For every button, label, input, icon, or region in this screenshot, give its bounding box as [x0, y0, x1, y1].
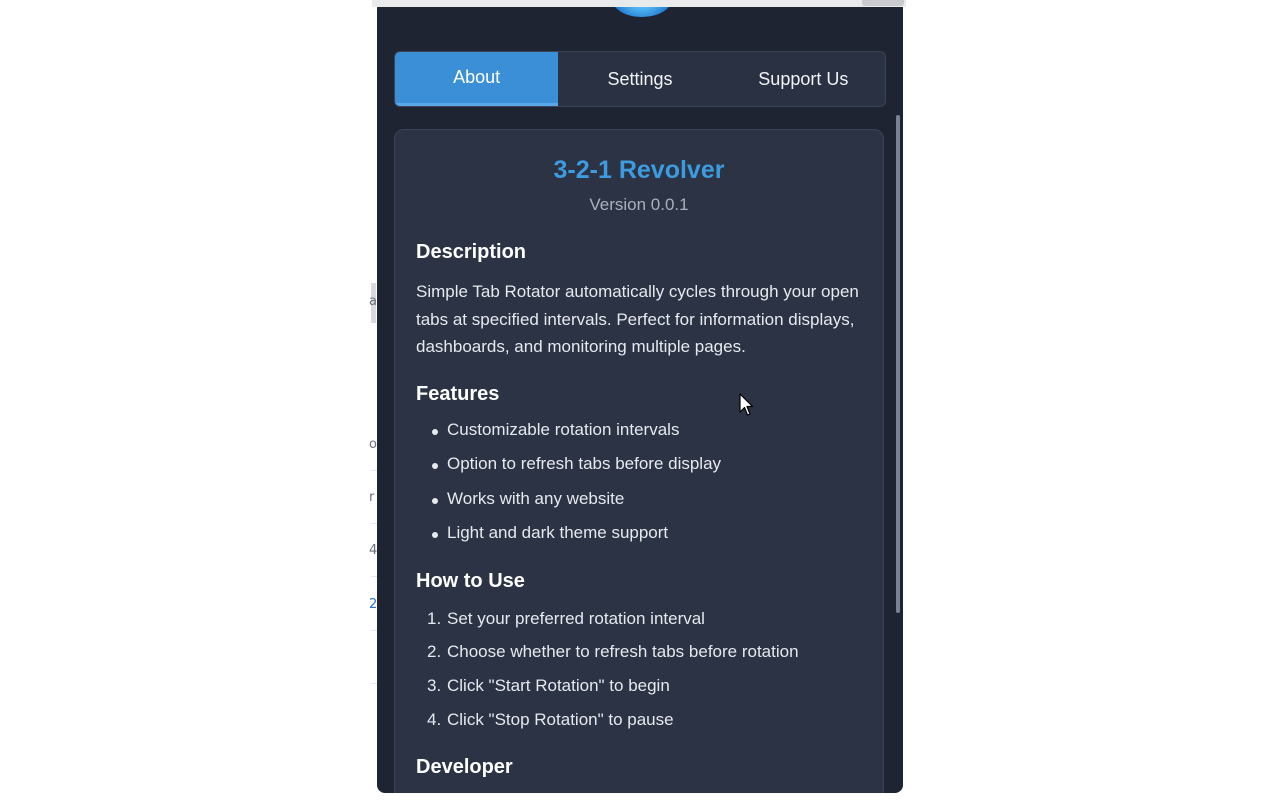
popup-scrollbar[interactable]: [896, 115, 900, 613]
tab-support-us[interactable]: Support Us: [722, 52, 885, 106]
tab-settings[interactable]: Settings: [558, 52, 721, 106]
step-number: 1.: [427, 609, 442, 628]
background-text-fragment: r: [369, 490, 375, 505]
list-item: Click "Stop Rotation" to pause: [447, 710, 674, 729]
background-text-fragment: a: [369, 294, 377, 309]
description-text: Simple Tab Rotator automatically cycles …: [416, 282, 859, 356]
bullet-icon: [432, 463, 438, 469]
background-text-fragment: o: [369, 437, 377, 452]
extension-popup: About Settings Support Us 3-2-1 Revolver…: [377, 7, 903, 793]
bullet-icon: [432, 532, 438, 538]
revolver-logo-icon: [612, 7, 672, 17]
step-number: 3.: [427, 676, 442, 695]
about-panel: 3-2-1 Revolver Version 0.0.1 Description…: [394, 129, 884, 793]
list-item: Works with any website: [447, 489, 625, 508]
bullet-icon: [432, 429, 438, 435]
background-link-fragment[interactable]: 2: [369, 597, 377, 612]
developer-heading: Developer: [416, 756, 513, 778]
step-number: 4.: [427, 710, 442, 729]
tab-about[interactable]: About: [395, 52, 559, 106]
version-label: Version 0.0.1: [589, 195, 689, 214]
mouse-pointer-icon: [739, 393, 753, 416]
howto-heading: How to Use: [416, 570, 525, 592]
background-text-fragment: 4: [369, 543, 377, 558]
features-heading: Features: [416, 383, 500, 405]
app-title: 3-2-1 Revolver: [553, 156, 725, 184]
list-item: Choose whether to refresh tabs before ro…: [447, 642, 799, 661]
list-item: Click "Start Rotation" to begin: [447, 676, 670, 695]
browser-toolbar-edge: [372, 0, 906, 7]
list-item: Light and dark theme support: [447, 523, 669, 542]
step-number: 2.: [427, 642, 442, 661]
browser-toolbar-button[interactable]: [862, 0, 904, 6]
tab-bar: About Settings Support Us: [394, 51, 886, 107]
list-item: Option to refresh tabs before display: [447, 454, 722, 473]
description-heading: Description: [416, 241, 527, 263]
list-item: Set your preferred rotation interval: [447, 609, 705, 628]
bullet-icon: [432, 498, 438, 504]
list-item: Customizable rotation intervals: [447, 420, 680, 439]
